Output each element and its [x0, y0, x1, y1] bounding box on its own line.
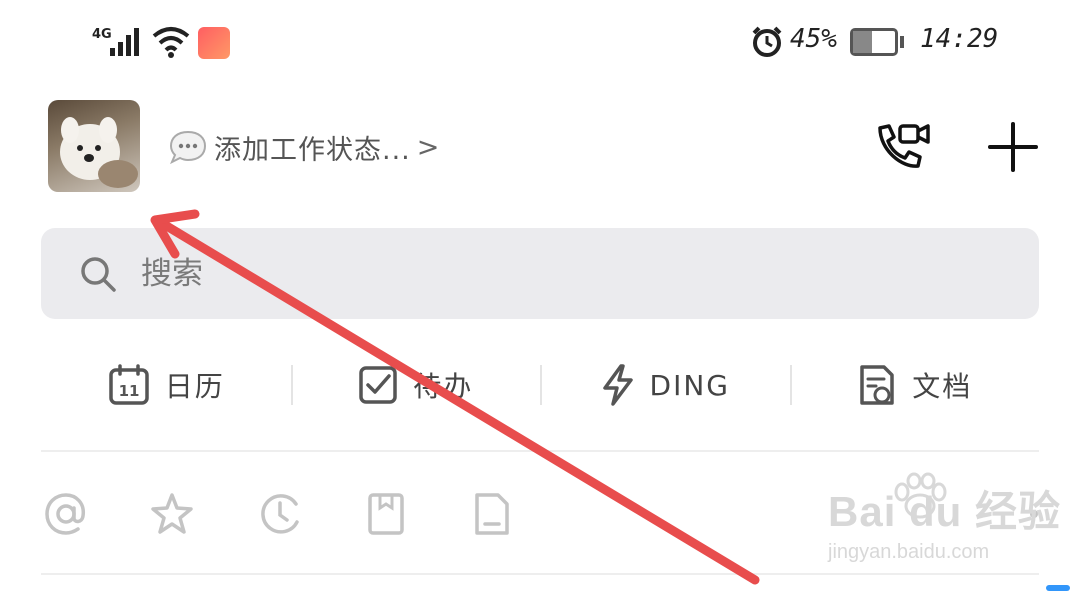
quick-actions-row: 11 日历 待办 DING 文档: [41, 355, 1039, 415]
watermark-site: jingyan.baidu.com: [828, 541, 990, 563]
quick-action-todo[interactable]: 待办: [290, 355, 541, 415]
search-bar[interactable]: [41, 228, 1039, 319]
quick-action-ding[interactable]: DING: [540, 355, 790, 415]
divider-top: [41, 450, 1039, 452]
quick-action-todo-label: 待办: [413, 370, 474, 403]
checkbox-icon: [359, 366, 397, 404]
wifi-icon: [152, 27, 190, 58]
dog-photo: [60, 117, 138, 188]
search-input[interactable]: [139, 254, 943, 293]
alarm-icon: [752, 26, 782, 57]
quick-action-ding-label: DING: [649, 368, 730, 402]
clock-icon[interactable]: [256, 490, 304, 538]
add-plus-icon[interactable]: [986, 120, 1040, 174]
avatar[interactable]: [48, 100, 140, 192]
quick-action-docs-label: 文档: [912, 370, 973, 403]
status-bar: 4G 45% 14:29: [0, 0, 1080, 80]
file-icon[interactable]: [468, 490, 516, 538]
work-status-label: 添加工作状态...: [214, 134, 411, 166]
clock-time: 14:29: [920, 24, 999, 54]
battery-fill: [853, 31, 872, 53]
search-icon: [81, 256, 116, 292]
signal-icon: [110, 28, 139, 56]
blue-tab-indicator: [1046, 585, 1070, 591]
bookmark-icon[interactable]: [362, 490, 410, 538]
star-icon[interactable]: [148, 490, 196, 538]
lightning-icon: [602, 364, 633, 406]
kuaishou-app-icon: [198, 27, 230, 59]
chevron-right-icon: >: [416, 131, 441, 163]
baidu-watermark: Bai du 经验 jingyan.baidu.com: [828, 472, 1061, 564]
paw-icon: [894, 472, 947, 519]
battery-tip: [900, 36, 904, 48]
at-icon[interactable]: [42, 490, 90, 538]
video-call-icon[interactable]: [872, 120, 932, 174]
quick-action-docs[interactable]: 文档: [789, 355, 1040, 415]
battery-icon: [850, 28, 898, 56]
divider-bottom: [41, 573, 1039, 575]
calendar-icon: 11: [108, 364, 149, 405]
calendar-day: 11: [118, 382, 139, 400]
quick-action-calendar-label: 日历: [164, 370, 225, 403]
work-status-button[interactable]: 添加工作状态... >: [168, 127, 440, 167]
battery-percent: 45%: [790, 24, 837, 54]
document-icon: [860, 365, 894, 405]
quick-action-calendar[interactable]: 11 日历: [41, 355, 291, 415]
chat-bubble-icon: [169, 130, 207, 165]
